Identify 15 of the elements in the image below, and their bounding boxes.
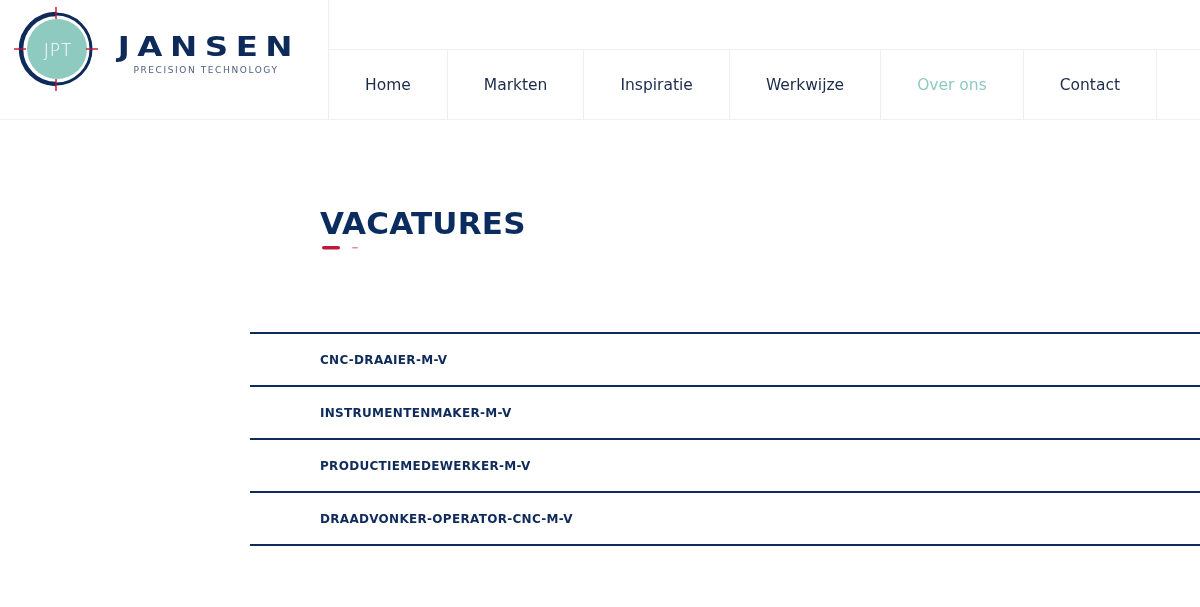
nav-link[interactable]: Werkwijze [729,50,882,119]
logo-badge-text: JPT [43,40,73,60]
page-title: VACATURES [320,205,526,243]
title-accent-icon [322,246,358,251]
logo-wordmark: JANSEN [117,34,301,60]
vacancy-link[interactable]: CNC-DRAAIER-M-V [320,352,448,367]
nav-link[interactable]: Markten [447,50,585,119]
logo-tagline: PRECISION TECHNOLOGY [133,66,279,75]
nav-link[interactable]: Contact [1023,50,1158,119]
vacancy-link[interactable]: DRAADVONKER-OPERATOR-CNC-M-V [320,511,573,526]
vacancy-link[interactable]: INSTRUMENTENMAKER-M-V [320,405,512,420]
vacancy-link[interactable]: PRODUCTIEMEDEWERKER-M-V [320,458,531,473]
nav-link[interactable]: Home [329,50,448,119]
nav-link[interactable]: Inspiratie [584,50,730,119]
logo-emblem-icon [13,6,99,92]
